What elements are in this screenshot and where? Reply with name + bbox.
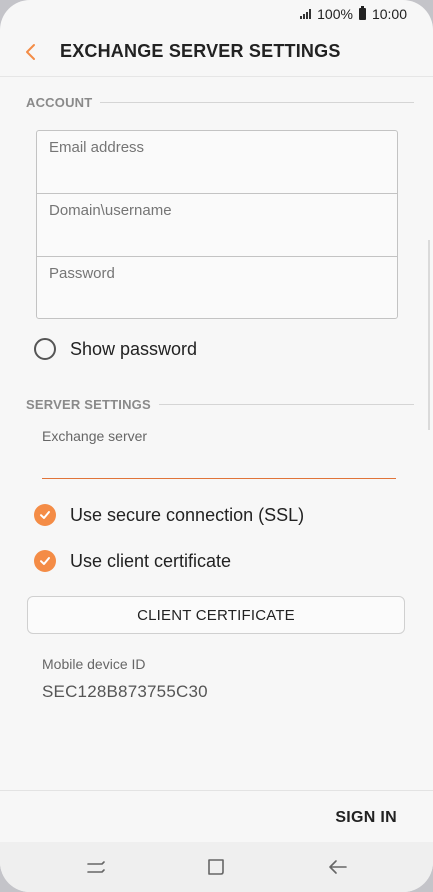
ssl-checkbox[interactable]: Use secure connection (SSL) <box>34 503 304 527</box>
unchecked-circle-icon[interactable] <box>34 338 56 360</box>
signal-icon <box>300 9 312 19</box>
battery-percent: 100% <box>317 6 353 22</box>
server-section-label: SERVER SETTINGS <box>26 396 151 412</box>
client-certificate-button[interactable]: CLIENT CERTIFICATE <box>27 596 405 634</box>
client-certificate-checkbox[interactable]: Use client certificate <box>34 549 231 573</box>
clock: 10:00 <box>371 6 407 22</box>
device-id-label: Mobile device ID <box>42 656 146 672</box>
home-icon[interactable] <box>203 854 229 880</box>
checkmark-icon[interactable] <box>34 504 56 526</box>
show-password-checkbox[interactable]: Show password <box>34 337 197 361</box>
email-field-container <box>37 131 397 193</box>
email-field[interactable] <box>49 139 379 156</box>
client-certificate-label: Use client certificate <box>70 550 232 571</box>
password-field[interactable] <box>49 265 379 282</box>
action-bar: SIGN IN <box>0 790 433 843</box>
exchange-server-label: Exchange server <box>42 428 148 444</box>
ssl-label: Use secure connection (SSL) <box>70 504 305 525</box>
chevron-left-icon[interactable] <box>20 40 44 64</box>
password-field-container <box>37 256 397 319</box>
checkmark-icon[interactable] <box>34 550 56 572</box>
account-section-header: ACCOUNT <box>26 92 414 112</box>
section-divider <box>100 101 414 103</box>
side-edge <box>428 240 430 430</box>
page-title: EXCHANGE SERVER SETTINGS <box>60 41 341 61</box>
account-section-label: ACCOUNT <box>26 94 93 110</box>
server-section-header: SERVER SETTINGS <box>26 394 414 414</box>
app-header: EXCHANGE SERVER SETTINGS <box>0 28 433 77</box>
battery-icon <box>358 6 366 20</box>
phone-screen: 100% 10:00 EXCHANGE SERVER SETTINGS ACCO… <box>0 0 433 892</box>
checkmark-glyph <box>40 557 50 565</box>
show-password-label: Show password <box>70 338 198 359</box>
exchange-server-input[interactable] <box>42 450 396 479</box>
username-field[interactable] <box>49 202 379 219</box>
section-divider <box>158 403 414 405</box>
recents-icon[interactable] <box>83 854 109 880</box>
navigation-bar <box>0 842 433 892</box>
account-fields <box>36 130 398 319</box>
device-id-value: SEC128B873755C30 <box>42 682 208 701</box>
checkmark-glyph <box>40 511 50 519</box>
username-field-container <box>37 193 397 256</box>
back-arrow-icon[interactable] <box>325 854 351 880</box>
sign-in-button[interactable]: SIGN IN <box>335 809 397 827</box>
status-bar: 100% 10:00 <box>0 0 433 28</box>
